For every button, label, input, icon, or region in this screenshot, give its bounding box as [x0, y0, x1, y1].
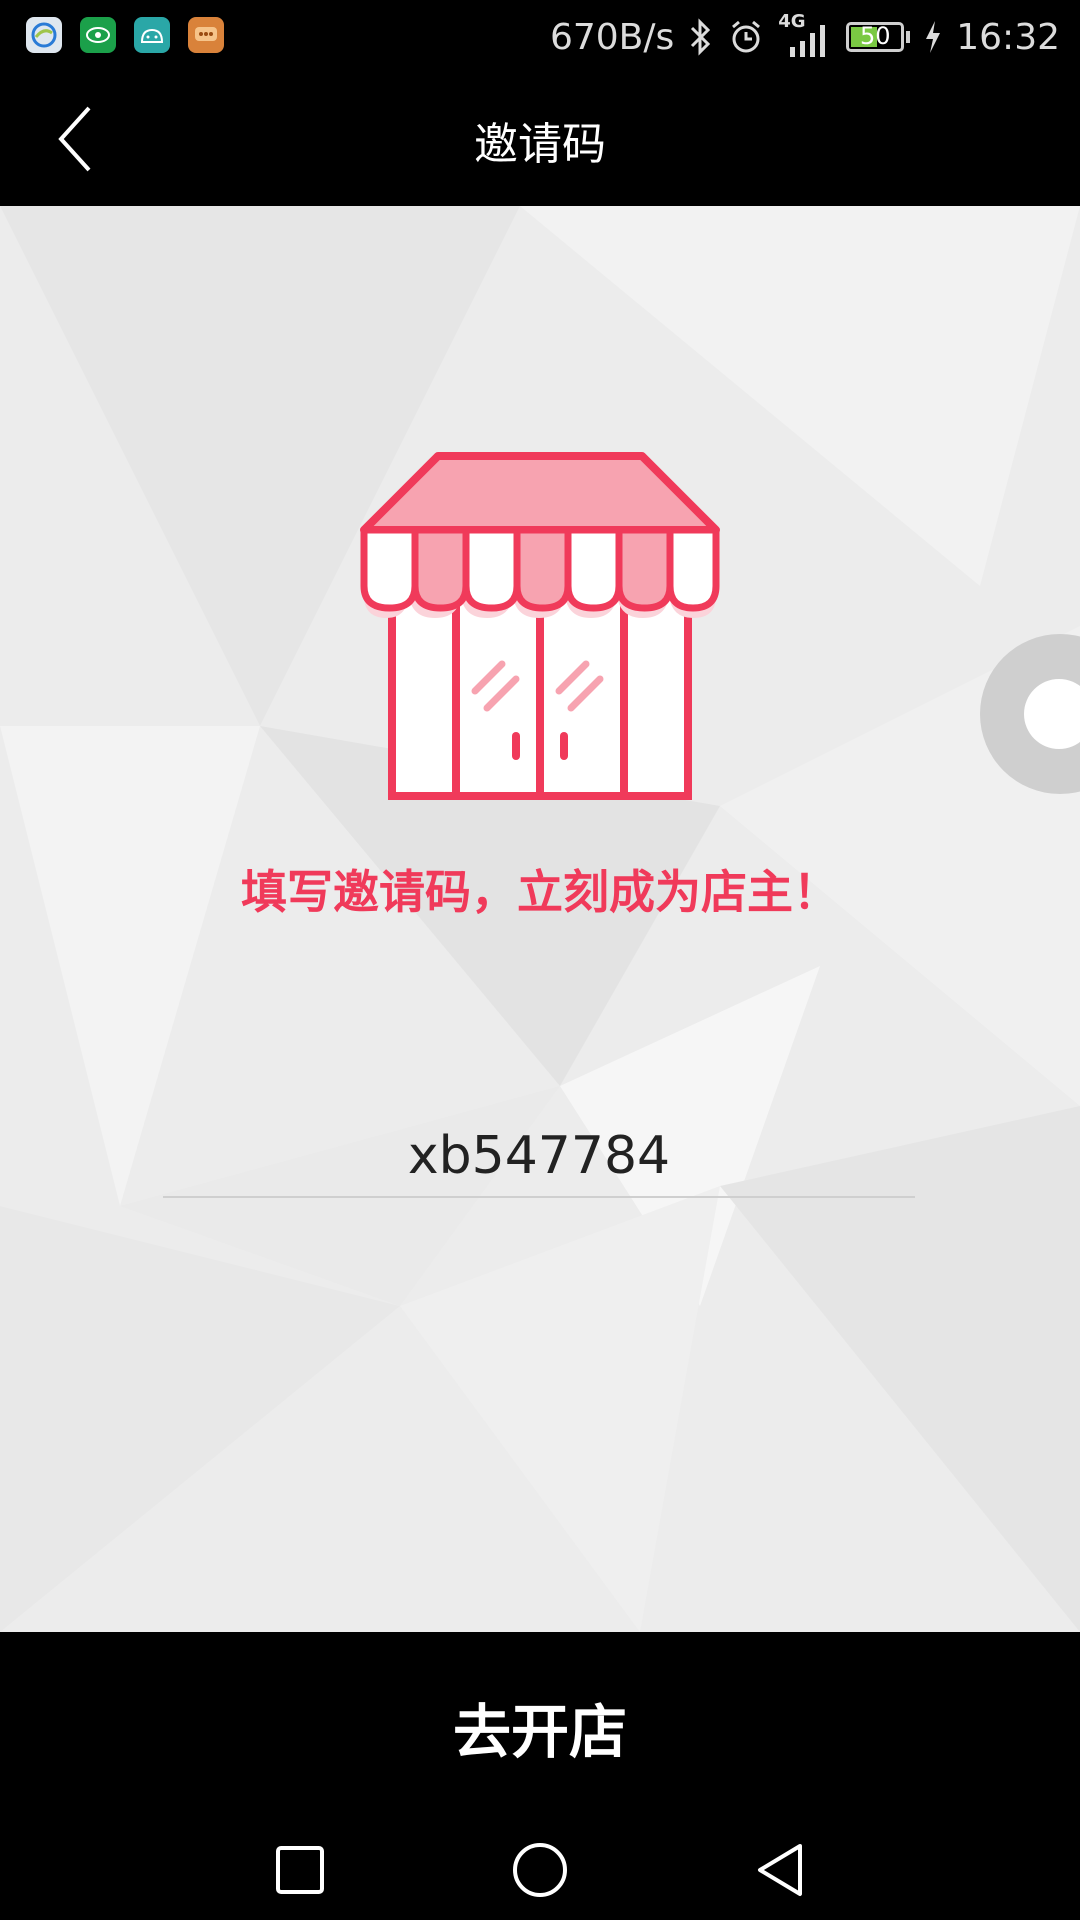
recent-apps-icon — [276, 1846, 324, 1894]
bluetooth-icon — [691, 18, 711, 56]
network-speed: 670B/s — [549, 16, 675, 58]
invite-code-input[interactable] — [163, 1116, 915, 1198]
eye-app-icon — [80, 17, 116, 53]
charging-icon — [926, 21, 941, 53]
message-app-icon — [188, 17, 224, 53]
alarm-icon — [732, 20, 761, 53]
recent-apps-button[interactable] — [270, 1840, 330, 1900]
home-button[interactable] — [510, 1840, 570, 1900]
invite-code-panel: 填写邀请码，立刻成为店主！ — [0, 206, 1080, 1632]
battery-icon: 50 — [846, 22, 905, 52]
shop-storefront-icon — [360, 452, 720, 800]
open-shop-button[interactable]: 去开店 — [0, 1632, 1080, 1822]
nav-back-button[interactable] — [750, 1840, 810, 1900]
title-bar: 邀请码 — [0, 74, 1080, 206]
status-bar: 670B/s 4G 50 16:32 — [0, 0, 1080, 74]
page-title: 邀请码 — [474, 119, 606, 170]
notification-icons — [26, 17, 224, 53]
signal-icon: 4G — [778, 11, 832, 59]
navigation-bar — [0, 1822, 1080, 1920]
system-status: 670B/s 4G 50 16:32 — [549, 11, 1060, 62]
china-mobile-icon — [26, 17, 62, 53]
battery-level: 50 — [859, 22, 891, 50]
invite-tagline: 填写邀请码，立刻成为店主！ — [241, 865, 839, 919]
home-icon — [513, 1843, 567, 1897]
back-icon — [758, 1844, 802, 1896]
floating-ball-icon — [1024, 679, 1080, 749]
clock: 16:32 — [956, 16, 1060, 58]
android-app-icon — [134, 17, 170, 53]
